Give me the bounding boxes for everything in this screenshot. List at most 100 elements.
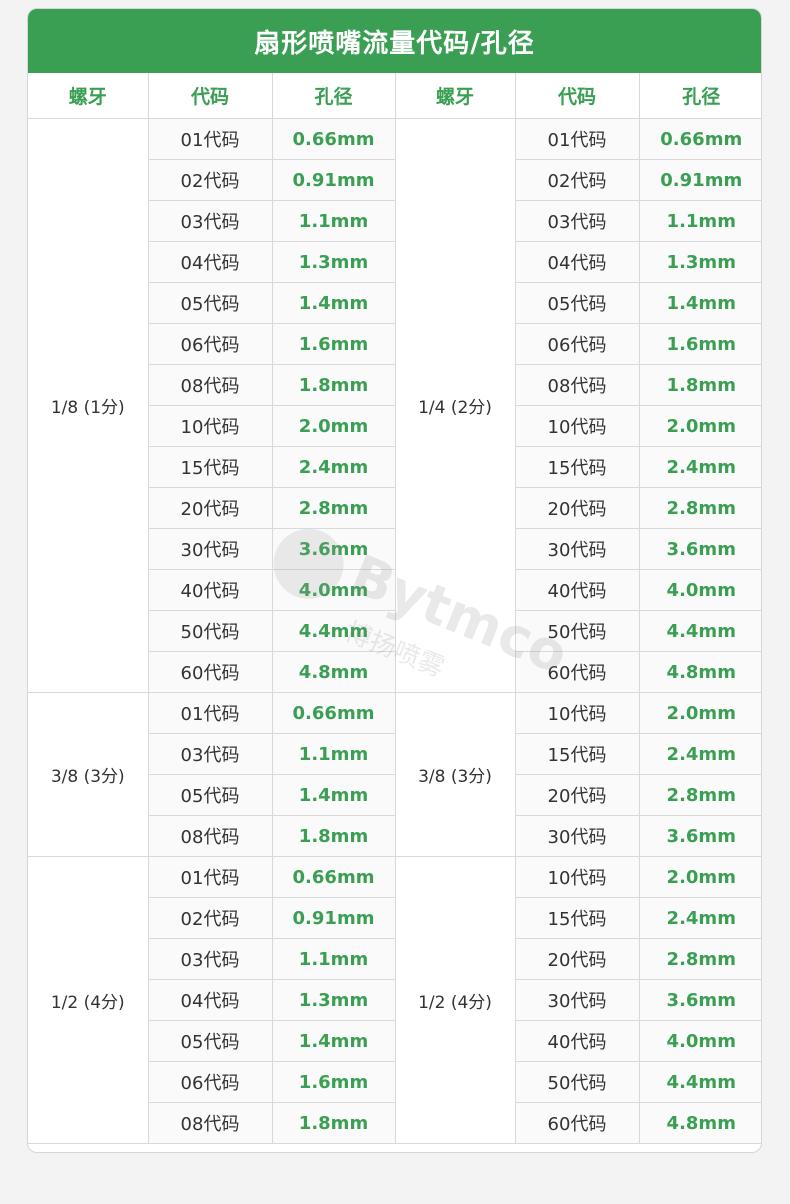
diameter-cell: 2.4mm	[638, 446, 761, 488]
diameter-cell: 4.0mm	[638, 569, 761, 611]
code-cell: 20代码	[514, 938, 640, 980]
header-code-right: 代码	[514, 73, 640, 119]
code-cell: 06代码	[147, 323, 273, 365]
code-cell: 60代码	[147, 651, 273, 693]
diameter-cell: 1.6mm	[271, 323, 396, 365]
code-cell: 30代码	[514, 528, 640, 570]
diameter-cell: 1.3mm	[638, 241, 761, 283]
code-cell: 01代码	[147, 856, 273, 898]
code-cell: 08代码	[147, 815, 273, 857]
header-row: 螺牙 代码 孔径 螺牙 代码 孔径	[28, 73, 761, 119]
code-cell: 04代码	[147, 241, 273, 283]
diameter-cell: 3.6mm	[638, 979, 761, 1021]
header-code-left: 代码	[147, 73, 273, 119]
diameter-cell: 1.8mm	[638, 364, 761, 406]
table-row: 3/8 (3分) 01代码 0.66mm 3/8 (3分) 10代码 2.0mm	[28, 692, 761, 857]
diameter-cell: 1.4mm	[271, 774, 396, 816]
flow-code-table: 螺牙 代码 孔径 螺牙 代码 孔径 1/8 (1分) 01代码 0.66mm 1/4 …	[28, 73, 761, 1144]
diameter-cell: 1.6mm	[638, 323, 761, 365]
diameter-cell: 1.8mm	[271, 1102, 396, 1144]
diameter-cell: 1.1mm	[271, 938, 396, 980]
diameter-cell: 1.1mm	[271, 733, 396, 775]
diameter-cell: 4.8mm	[638, 1102, 761, 1144]
code-cell: 30代码	[147, 528, 273, 570]
code-cell: 60代码	[514, 651, 640, 693]
code-cell: 06代码	[147, 1061, 273, 1103]
code-cell: 50代码	[514, 610, 640, 652]
thread-cell-left: 3/8 (3分)	[28, 692, 149, 857]
diameter-cell: 1.1mm	[638, 200, 761, 242]
code-cell: 04代码	[147, 979, 273, 1021]
diameter-cell: 1.6mm	[271, 1061, 396, 1103]
code-cell: 15代码	[514, 446, 640, 488]
thread-cell-left: 1/8 (1分)	[28, 118, 149, 693]
diameter-cell: 4.4mm	[638, 610, 761, 652]
code-cell: 01代码	[147, 692, 273, 734]
diameter-cell: 2.8mm	[638, 938, 761, 980]
code-cell: 20代码	[147, 487, 273, 529]
diameter-cell: 1.3mm	[271, 241, 396, 283]
diameter-cell: 0.66mm	[638, 118, 761, 160]
diameter-cell: 3.6mm	[271, 528, 396, 570]
code-cell: 10代码	[147, 405, 273, 447]
code-cell: 08代码	[514, 364, 640, 406]
code-cell: 20代码	[514, 487, 640, 529]
code-cell: 15代码	[514, 733, 640, 775]
diameter-cell: 0.91mm	[271, 897, 396, 939]
diameter-cell: 4.0mm	[271, 569, 396, 611]
diameter-cell: 2.0mm	[271, 405, 396, 447]
code-cell: 01代码	[514, 118, 640, 160]
code-cell: 05代码	[147, 774, 273, 816]
diameter-cell: 4.4mm	[271, 610, 396, 652]
header-diameter-right: 孔径	[638, 73, 761, 119]
code-cell: 10代码	[514, 856, 640, 898]
header-diameter-left: 孔径	[271, 73, 396, 119]
table-row: 1/2 (4分) 01代码 0.66mm 1/2 (4分) 10代码 2.0mm	[28, 856, 761, 1144]
code-cell: 03代码	[147, 733, 273, 775]
thread-cell-right: 1/4 (2分)	[394, 118, 516, 693]
diameter-cell: 1.8mm	[271, 364, 396, 406]
code-cell: 50代码	[514, 1061, 640, 1103]
header-thread-right: 螺牙	[394, 73, 516, 119]
diameter-cell: 2.8mm	[271, 487, 396, 529]
code-cell: 40代码	[514, 569, 640, 611]
diameter-cell: 1.4mm	[638, 282, 761, 324]
diameter-cell: 4.8mm	[271, 651, 396, 693]
code-cell: 05代码	[147, 1020, 273, 1062]
code-cell: 40代码	[147, 569, 273, 611]
diameter-cell: 2.4mm	[271, 446, 396, 488]
diameter-cell: 0.66mm	[271, 692, 396, 734]
code-cell: 08代码	[147, 364, 273, 406]
code-cell: 02代码	[514, 159, 640, 201]
code-cell: 30代码	[514, 979, 640, 1021]
diameter-cell: 1.4mm	[271, 282, 396, 324]
diameter-cell: 4.4mm	[638, 1061, 761, 1103]
diameter-cell: 1.3mm	[271, 979, 396, 1021]
diameter-cell: 2.0mm	[638, 405, 761, 447]
code-cell: 03代码	[147, 938, 273, 980]
code-cell: 20代码	[514, 774, 640, 816]
diameter-cell: 3.6mm	[638, 815, 761, 857]
thread-cell-right: 1/2 (4分)	[394, 856, 516, 1144]
code-cell: 03代码	[147, 200, 273, 242]
diameter-cell: 2.4mm	[638, 733, 761, 775]
code-cell: 10代码	[514, 405, 640, 447]
diameter-cell: 2.4mm	[638, 897, 761, 939]
code-cell: 04代码	[514, 241, 640, 283]
code-cell: 05代码	[147, 282, 273, 324]
code-cell: 02代码	[147, 159, 273, 201]
code-cell: 02代码	[147, 897, 273, 939]
diameter-cell: 2.8mm	[638, 774, 761, 816]
code-cell: 08代码	[147, 1102, 273, 1144]
thread-cell-left: 1/2 (4分)	[28, 856, 149, 1144]
spec-card: 扇形喷嘴流量代码/孔径 螺牙 代码 孔径 螺牙 代码 孔径 1/8 (1分) 01…	[27, 8, 762, 1153]
code-cell: 05代码	[514, 282, 640, 324]
code-cell: 50代码	[147, 610, 273, 652]
code-cell: 30代码	[514, 815, 640, 857]
diameter-cell: 1.1mm	[271, 200, 396, 242]
diameter-cell: 0.91mm	[638, 159, 761, 201]
diameter-cell: 0.66mm	[271, 856, 396, 898]
diameter-cell: 2.8mm	[638, 487, 761, 529]
code-cell: 10代码	[514, 692, 640, 734]
diameter-cell: 0.91mm	[271, 159, 396, 201]
